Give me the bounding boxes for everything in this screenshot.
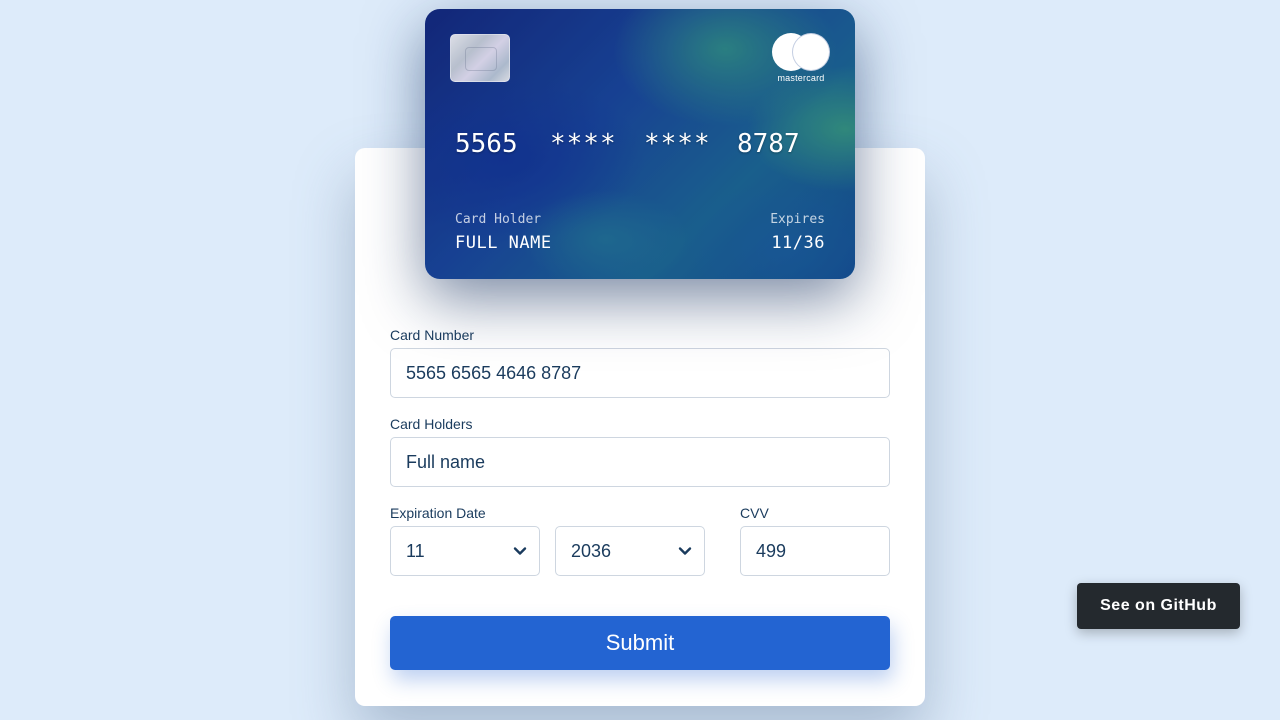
- card-number-input[interactable]: 5565 6565 4646 8787: [390, 348, 890, 398]
- year-value: 2036: [571, 540, 612, 561]
- chevron-down-icon: [513, 547, 527, 555]
- credit-card-preview: mastercard 5565 **** **** 8787 Card Hold…: [425, 9, 855, 279]
- month-value: 11: [406, 540, 425, 561]
- card-number-group-1: 5565: [455, 129, 518, 159]
- mastercard-logo: mastercard: [770, 33, 832, 83]
- cvv-label: CVV: [740, 505, 769, 521]
- expires-value: 11/36: [771, 233, 825, 253]
- chevron-down-icon: [678, 547, 692, 555]
- chip-icon: [450, 34, 510, 82]
- card-number-display: 5565 **** **** 8787: [455, 129, 800, 165]
- submit-button[interactable]: Submit: [390, 616, 890, 670]
- expiration-date-label: Expiration Date: [390, 505, 486, 521]
- month-select[interactable]: 11: [390, 526, 540, 576]
- card-number-label: Card Number: [390, 327, 475, 343]
- expires-label: Expires: [770, 212, 825, 227]
- year-select[interactable]: 2036: [555, 526, 705, 576]
- card-holder-label: Card Holder: [455, 212, 542, 227]
- card-holders-label: Card Holders: [390, 416, 473, 432]
- card-holders-input[interactable]: Full name: [390, 437, 890, 487]
- see-on-github-button[interactable]: See on GitHub: [1077, 583, 1240, 629]
- brand-text: mastercard: [777, 73, 825, 83]
- card-number-group-4: 8787: [737, 129, 800, 159]
- card-holder-value: FULL NAME: [455, 233, 552, 253]
- card-number-group-3: ****: [644, 129, 711, 159]
- cvv-input[interactable]: 499: [740, 526, 890, 576]
- card-number-group-2: ****: [550, 129, 617, 159]
